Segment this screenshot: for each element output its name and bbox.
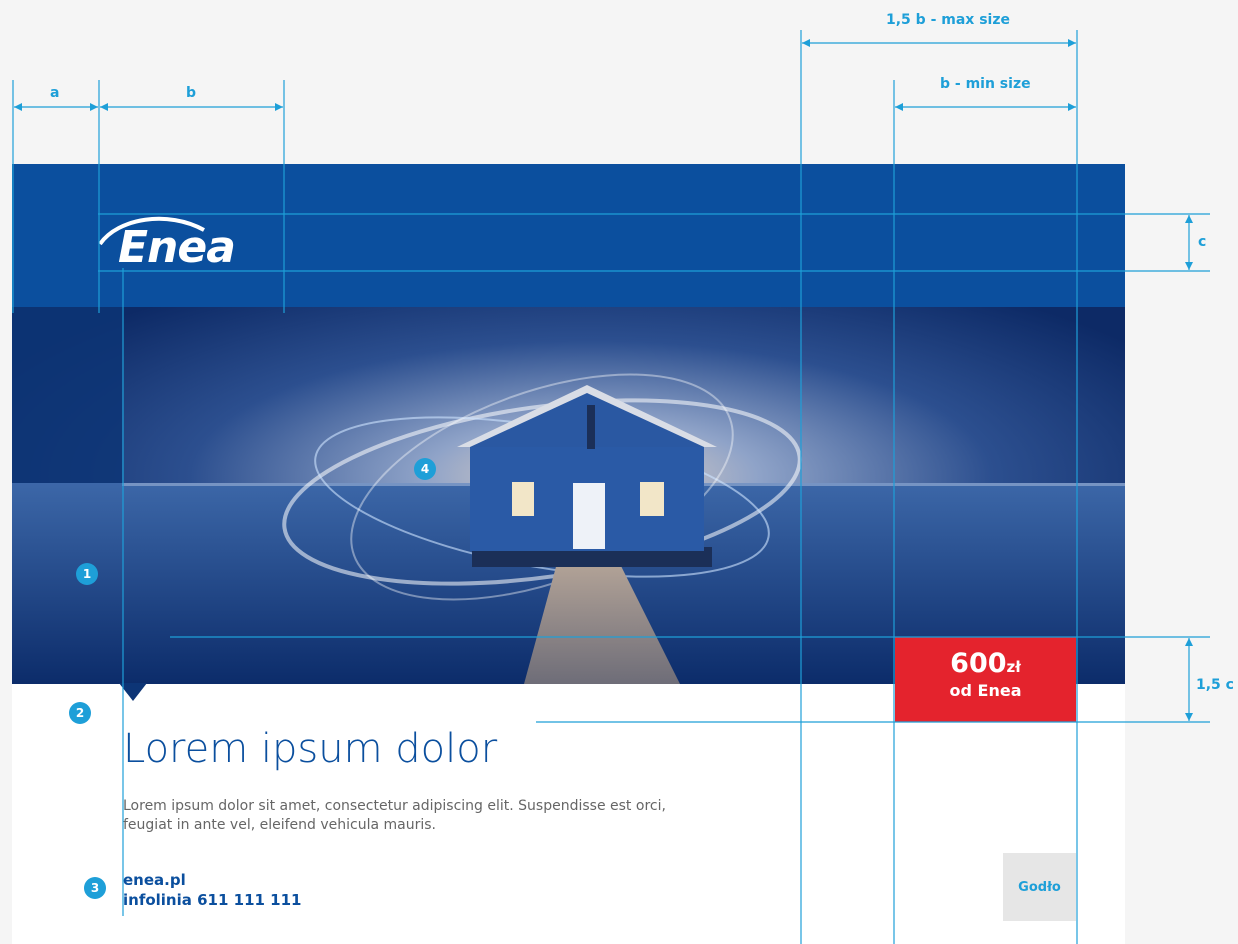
marker-3: 3 (84, 877, 106, 899)
price-amount: 600zł (895, 649, 1076, 682)
website-link[interactable]: enea.pl (123, 870, 301, 890)
price-subtitle: od Enea (949, 681, 1022, 700)
dim-label-a: a (50, 85, 60, 101)
dim-label-1-5c: 1,5 c (1196, 677, 1234, 693)
dim-label-max: 1,5 b - max size (886, 12, 1010, 28)
headline: Lorem ipsum dolor (123, 726, 498, 772)
price-badge: 600zł od Enea (895, 637, 1076, 722)
hotline-text: infolinia 611 111 111 (123, 891, 302, 909)
emblem-placeholder: Godło (1003, 853, 1076, 921)
hero-pointer (119, 683, 147, 701)
marker-4: 4 (414, 458, 436, 480)
contact-block: enea.pl infolinia 611 111 111 (123, 870, 301, 910)
boathouse-illustration (12, 307, 1125, 684)
dim-label-min: b - min size (940, 76, 1031, 92)
hero-image (12, 307, 1125, 684)
price-currency: zł (1006, 658, 1021, 676)
price-value: 600 (950, 648, 1007, 679)
dim-label-c: c (1198, 234, 1207, 250)
body-text: Lorem ipsum dolor sit amet, consectetur … (123, 798, 666, 833)
marker-2: 2 (69, 702, 91, 724)
dim-label-b: b (186, 85, 197, 101)
marker-1: 1 (76, 563, 98, 585)
logo-arc-icon (98, 216, 205, 246)
